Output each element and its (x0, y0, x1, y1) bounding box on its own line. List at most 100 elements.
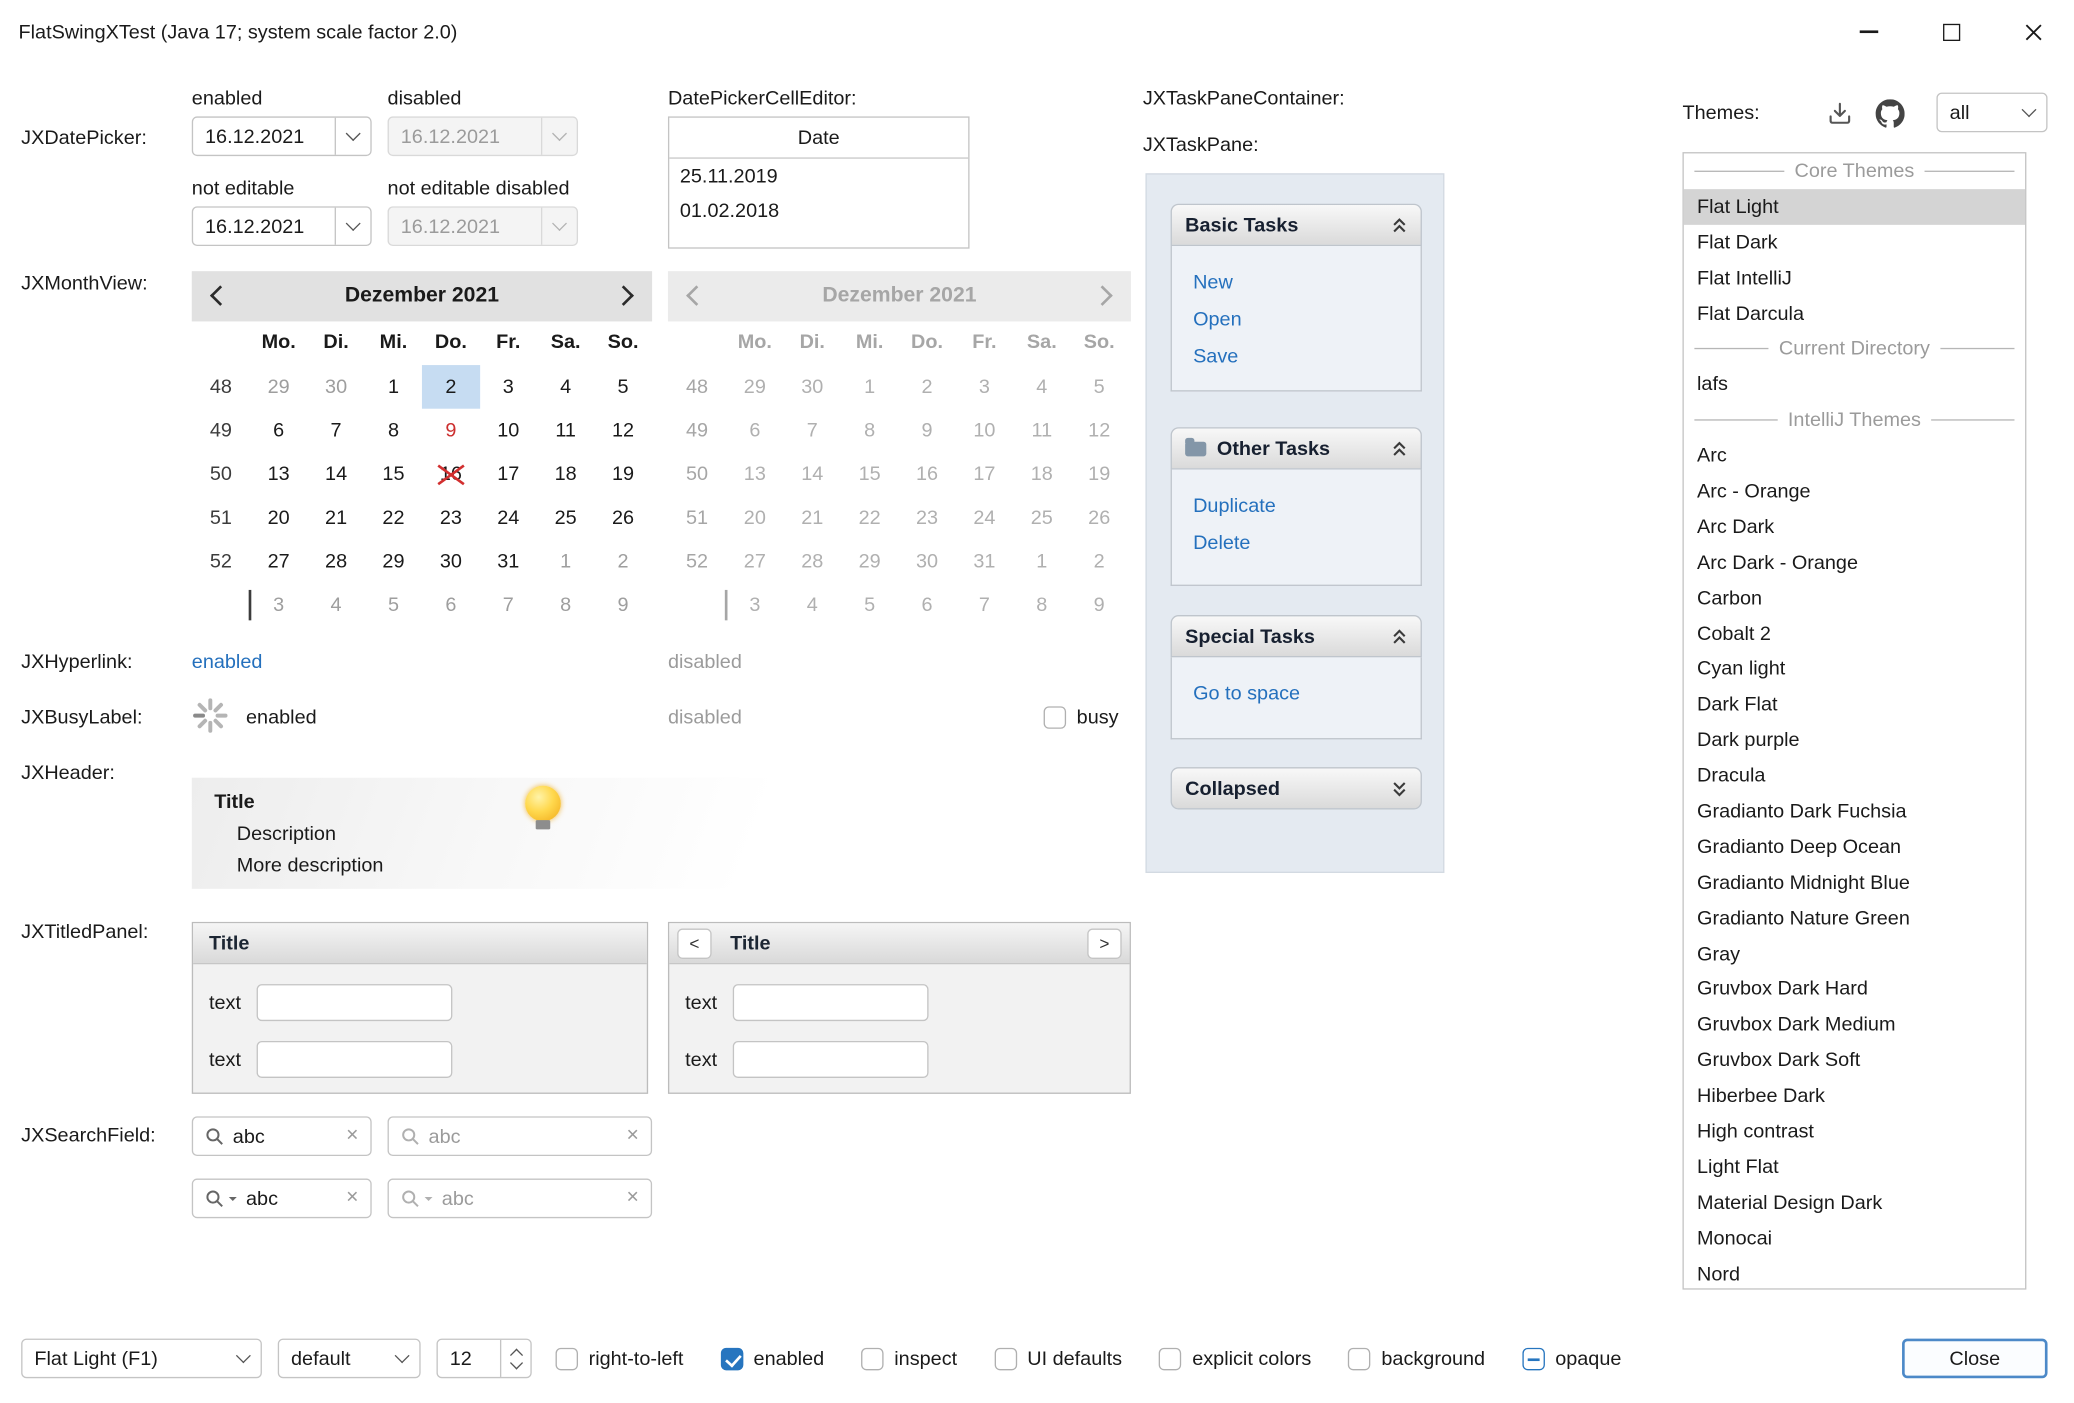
day-cell[interactable]: 5 (365, 583, 422, 627)
taskpane-header[interactable]: Basic Tasks (1171, 204, 1422, 246)
theme-list-item[interactable]: Flat Darcula (1684, 296, 2025, 332)
prev-month-button[interactable] (213, 285, 228, 307)
theme-list-item[interactable]: Arc Dark - Orange (1684, 545, 2025, 581)
day-cell[interactable]: 3 (480, 365, 537, 409)
day-cell[interactable]: 18 (537, 452, 594, 496)
hyperlink-enabled[interactable]: enabled (192, 651, 263, 673)
checkbox-box[interactable] (1522, 1347, 1544, 1369)
checkbox-box[interactable] (720, 1347, 742, 1369)
datepicker-dropdown-button[interactable] (335, 208, 371, 245)
checkbox-box[interactable] (1348, 1347, 1370, 1369)
theme-list-item[interactable]: Flat Dark (1684, 225, 2025, 261)
day-cell[interactable]: 7 (307, 409, 364, 453)
checkbox-box[interactable] (994, 1347, 1016, 1369)
combo-dropdown-button[interactable] (385, 1340, 419, 1377)
day-cell[interactable]: 26 (594, 496, 651, 540)
day-cell[interactable]: 8 (537, 583, 594, 627)
day-cell[interactable]: 14 (307, 452, 364, 496)
day-cell[interactable]: 2 (422, 365, 479, 409)
datepicker-dropdown-button[interactable] (335, 118, 371, 155)
day-cell[interactable]: 9 (422, 409, 479, 453)
taskpane-link-go-to-space[interactable]: Go to space (1193, 676, 1421, 713)
day-cell[interactable]: 4 (307, 583, 364, 627)
checkbox-box[interactable] (1159, 1347, 1181, 1369)
day-cell[interactable]: 13 (250, 452, 307, 496)
search-menu-arrow-icon[interactable] (229, 1197, 237, 1205)
theme-list-item[interactable]: lafs (1684, 367, 2025, 403)
day-cell[interactable]: 9 (594, 583, 651, 627)
day-cell[interactable]: 2 (594, 540, 651, 584)
theme-list-item[interactable]: Gruvbox Dark Hard (1684, 972, 2025, 1008)
day-cell[interactable]: 1 (537, 540, 594, 584)
day-cell[interactable]: 29 (365, 540, 422, 584)
day-cell[interactable]: 11 (537, 409, 594, 453)
taskpane-link-new[interactable]: New (1193, 265, 1421, 302)
theme-list-item[interactable]: Gradianto Deep Ocean (1684, 829, 2025, 865)
theme-list-item[interactable]: Light Flat (1684, 1149, 2025, 1185)
minimize-button[interactable] (1828, 0, 1910, 63)
taskpane-link-open[interactable]: Open (1193, 302, 1421, 339)
theme-list-item[interactable]: Dracula (1684, 758, 2025, 794)
day-cell[interactable]: 12 (594, 409, 651, 453)
day-cell[interactable]: 7 (480, 583, 537, 627)
theme-list-item[interactable]: Dark purple (1684, 723, 2025, 759)
titled-panel-left-button[interactable]: < (677, 928, 711, 958)
themes-list[interactable]: Core ThemesFlat LightFlat DarkFlat Intel… (1682, 152, 2026, 1290)
checkbox-explicit-colors[interactable]: explicit colors (1159, 1347, 1311, 1369)
day-cell[interactable]: 23 (422, 496, 479, 540)
combo-dropdown-button[interactable] (226, 1340, 260, 1377)
datepicker-not-editable[interactable]: 16.12.2021 (192, 206, 372, 246)
checkbox-enabled[interactable]: enabled (720, 1347, 824, 1369)
checkbox-opaque[interactable]: opaque (1522, 1347, 1621, 1369)
theme-list-item[interactable]: Gradianto Midnight Blue (1684, 865, 2025, 901)
day-cell[interactable]: 5 (594, 365, 651, 409)
theme-list-item[interactable]: Gradianto Nature Green (1684, 900, 2025, 936)
checkbox-busy[interactable]: busy (1044, 706, 1119, 728)
theme-list-item[interactable]: Cyan light (1684, 651, 2025, 687)
next-month-button[interactable] (616, 285, 631, 307)
style-combo[interactable]: default (278, 1339, 421, 1379)
close-button[interactable]: Close (1902, 1339, 2047, 1379)
checkbox-box[interactable] (1044, 706, 1066, 728)
text-input[interactable] (733, 984, 929, 1021)
taskpane-header[interactable]: Special Tasks (1171, 615, 1422, 657)
laf-combo[interactable]: Flat Light (F1) (21, 1339, 262, 1379)
checkbox-right-to-left[interactable]: right-to-left (556, 1347, 684, 1369)
day-cell[interactable]: 30 (422, 540, 479, 584)
theme-list-item[interactable]: Monocai (1684, 1220, 2025, 1256)
theme-list-item[interactable]: Gruvbox Dark Soft (1684, 1043, 2025, 1079)
theme-list-item[interactable]: Arc Dark (1684, 509, 2025, 545)
checkbox-ui-defaults[interactable]: UI defaults (994, 1347, 1122, 1369)
day-cell[interactable]: 21 (307, 496, 364, 540)
taskpane-header[interactable]: Other Tasks (1171, 427, 1422, 469)
theme-list-item[interactable]: Hiberbee Dark (1684, 1078, 2025, 1114)
combo-dropdown-button[interactable] (2012, 94, 2046, 131)
day-cell[interactable]: 20 (250, 496, 307, 540)
day-cell[interactable]: 6 (422, 583, 479, 627)
table-row[interactable]: 25.11.2019 (669, 159, 968, 193)
search-field-enabled[interactable]: abc × (192, 1116, 372, 1156)
day-cell[interactable]: 6 (250, 409, 307, 453)
day-cell[interactable]: 1 (365, 365, 422, 409)
day-cell[interactable]: 27 (250, 540, 307, 584)
taskpane-header[interactable]: Collapsed (1171, 767, 1422, 809)
clear-icon[interactable]: × (346, 1126, 358, 1147)
theme-list-item[interactable]: Cobalt 2 (1684, 616, 2025, 652)
theme-list-item[interactable]: Flat Light (1684, 189, 2025, 225)
themes-filter-combo[interactable]: all (1936, 93, 2047, 133)
theme-list-item[interactable]: Carbon (1684, 580, 2025, 616)
day-cell[interactable]: 8 (365, 409, 422, 453)
theme-list-item[interactable]: Gradianto Dark Fuchsia (1684, 794, 2025, 830)
theme-list-item[interactable]: Nord (1684, 1256, 2025, 1290)
day-cell[interactable]: 16 (422, 452, 479, 496)
day-cell[interactable]: 19 (594, 452, 651, 496)
day-cell[interactable]: 29 (250, 365, 307, 409)
day-cell[interactable]: 15 (365, 452, 422, 496)
checkbox-box[interactable] (861, 1347, 883, 1369)
clear-icon[interactable]: × (346, 1188, 358, 1209)
maximize-button[interactable] (1910, 0, 1992, 63)
theme-list-item[interactable]: Flat IntelliJ (1684, 260, 2025, 296)
day-cell[interactable]: 17 (480, 452, 537, 496)
day-cell[interactable]: 28 (307, 540, 364, 584)
monthview-enabled[interactable]: Dezember 2021Mo.Di.Mi.Do.Fr.Sa.So.482930… (192, 271, 652, 627)
